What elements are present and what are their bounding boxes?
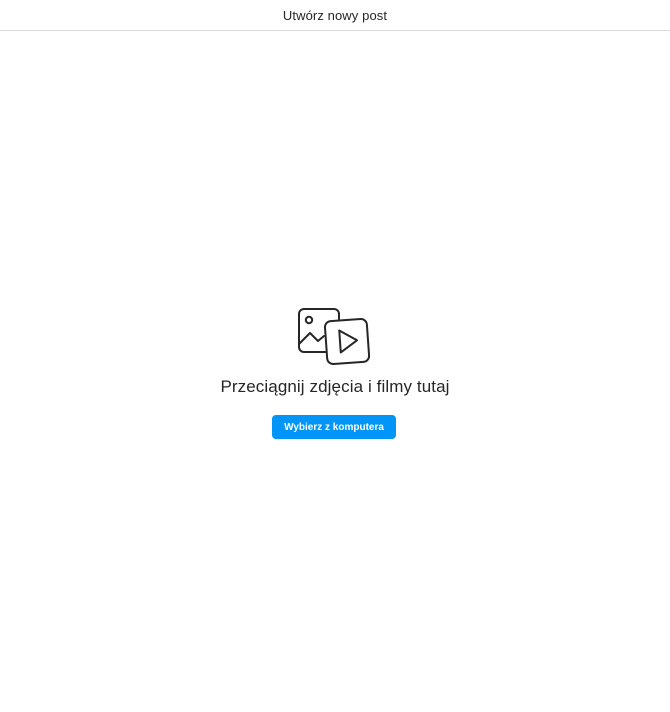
select-from-computer-button[interactable]: Wybierz z komputera: [272, 415, 396, 439]
photo-video-icon: [298, 308, 371, 366]
create-post-modal: Utwórz nowy post Przeciągnij zdjęcia i f…: [0, 0, 670, 712]
modal-header: Utwórz nowy post: [0, 0, 670, 31]
modal-title: Utwórz nowy post: [282, 7, 388, 23]
media-dropzone[interactable]: [0, 31, 670, 712]
drop-instruction: Przeciągnij zdjęcia i filmy tutaj: [220, 377, 450, 396]
